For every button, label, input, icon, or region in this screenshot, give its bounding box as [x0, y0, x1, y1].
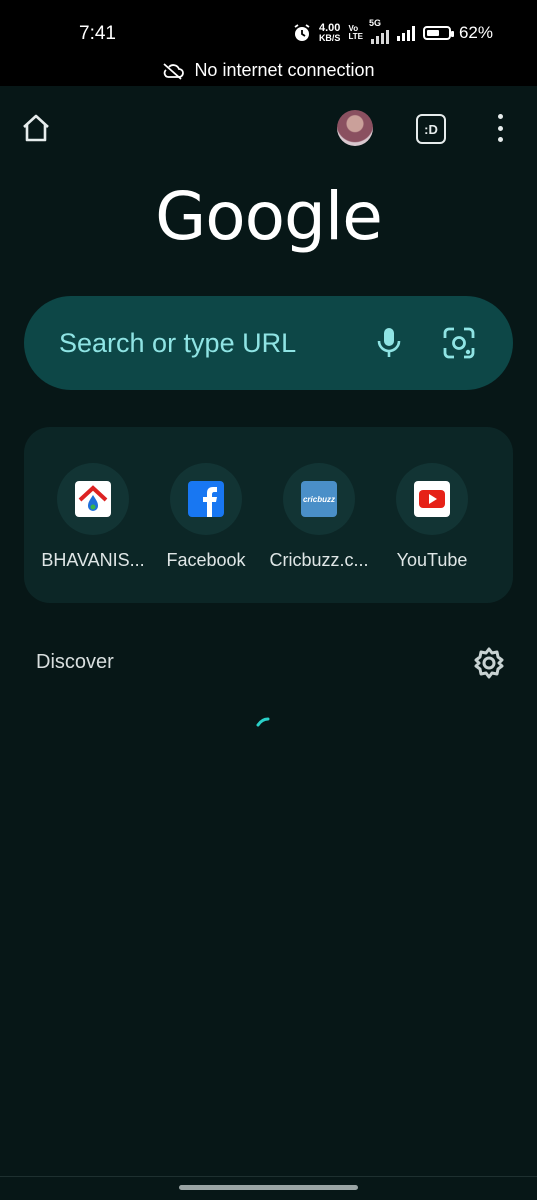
shortcut-tile[interactable]: cricbuzz Cricbuzz.c... [263, 463, 375, 571]
gesture-handle[interactable] [179, 1185, 358, 1190]
volte-bottom: LTE [348, 32, 363, 41]
shortcut-tile[interactable]: Facebook [150, 463, 262, 571]
alarm-icon [294, 24, 310, 41]
cloud-off-icon [163, 62, 185, 80]
tab-switcher-icon: :D [424, 121, 438, 137]
signal-icon [370, 28, 389, 44]
status-time: 7:41 [79, 23, 116, 44]
signal-icon [396, 25, 415, 41]
signal-5g: 5G [369, 18, 389, 44]
mic-icon[interactable] [374, 326, 404, 360]
volte-indicator: Vo LTE [348, 25, 363, 41]
status-icons: 4.00 KB/S Vo LTE 5G 62% [293, 18, 493, 44]
bhavanis-favicon [75, 481, 111, 517]
lens-icon[interactable] [442, 326, 476, 360]
status-bar: 7:41 4.00 KB/S Vo LTE 5G 62% No internet… [0, 0, 537, 86]
search-input[interactable] [59, 326, 359, 360]
shortcut-label: YouTube [396, 550, 468, 570]
offline-text: No internet connection [194, 60, 375, 80]
shortcut-icon-circle [57, 463, 129, 535]
search-box[interactable] [24, 296, 513, 390]
more-vert-icon[interactable] [490, 114, 510, 142]
settings-gear-icon[interactable] [472, 646, 506, 680]
google-logo: Google [155, 178, 383, 255]
battery-icon [422, 26, 454, 40]
shortcut-tile[interactable]: BHAVANIS... [37, 463, 149, 571]
battery-fill [426, 30, 440, 36]
loading-spinner [256, 717, 270, 727]
shortcut-tile[interactable]: YouTube [376, 463, 488, 571]
shortcut-label: BHAVANIS... [41, 550, 145, 570]
cricbuzz-favicon: cricbuzz [301, 481, 337, 517]
network-type: 5G [368, 18, 381, 28]
shortcuts-panel: BHAVANIS... Facebook cricbuzz Cricbuzz.c… [24, 427, 513, 603]
avatar[interactable] [337, 110, 373, 146]
discover-title: Discover [36, 651, 114, 673]
nav-divider [0, 1176, 537, 1177]
youtube-favicon [414, 481, 450, 517]
offline-banner: No internet connection [0, 60, 537, 81]
home-button[interactable] [20, 112, 52, 144]
shortcut-icon-circle [396, 463, 468, 535]
shortcut-icon-circle [170, 463, 242, 535]
shortcut-label: Cricbuzz.c... [269, 550, 369, 570]
home-icon [23, 114, 49, 142]
shortcut-icon-circle: cricbuzz [283, 463, 355, 535]
facebook-favicon [188, 481, 224, 517]
shortcut-label: Facebook [166, 550, 246, 570]
tab-switcher-button[interactable]: :D [416, 114, 446, 144]
battery-percent: 62% [458, 23, 493, 42]
net-speed-unit: KB/S [318, 33, 341, 43]
net-speed: 4.00 KB/S [319, 23, 341, 43]
